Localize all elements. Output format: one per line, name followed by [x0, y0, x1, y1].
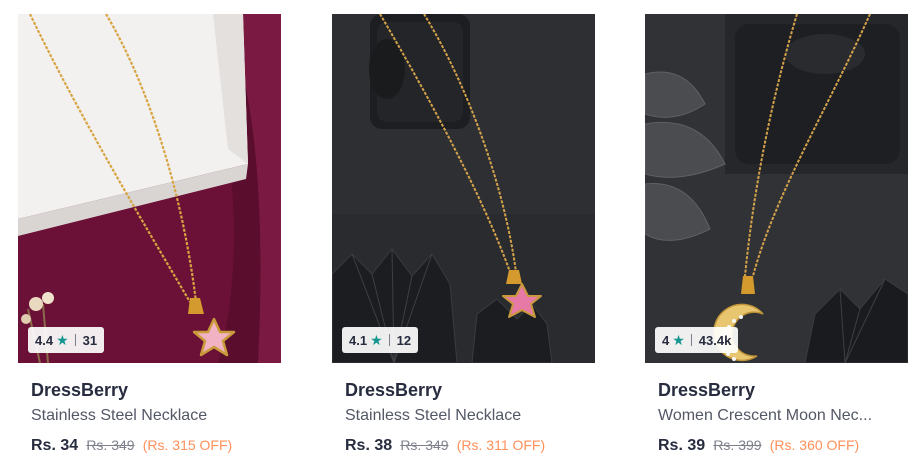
product-card[interactable]: 4 ★ 43.4k DressBerry Women Crescent Moon… — [645, 14, 908, 468]
product-info: DressBerry Stainless Steel Necklace Rs. … — [18, 363, 281, 455]
discount-amount: (Rs. 315 OFF) — [142, 437, 233, 453]
rating-value: 4.4 — [35, 332, 54, 348]
rating-count: 43.4k — [698, 332, 732, 348]
product-info: DressBerry Stainless Steel Necklace Rs. … — [332, 363, 595, 455]
discount-amount: (Rs. 311 OFF) — [456, 437, 546, 453]
product-brand: DressBerry — [345, 380, 443, 400]
product-card[interactable]: 4.1 ★ 12 DressBerry Stainless Steel Neck… — [332, 14, 595, 468]
rating-badge: 4 ★ 43.4k — [655, 327, 739, 353]
original-price: Rs. 349 — [400, 437, 449, 453]
rating-value: 4 — [662, 332, 670, 348]
product-title: Women Crescent Moon Nec... — [658, 407, 873, 424]
product-price: Rs. 39 Rs. 399 (Rs. 360 OFF) — [658, 436, 908, 455]
rating-divider — [74, 334, 76, 346]
discounted-price: Rs. 38 — [345, 437, 393, 454]
necklace-star-pink-dark-photo — [332, 14, 595, 363]
necklace-star-pink-photo — [18, 14, 281, 363]
rating-count: 31 — [82, 332, 98, 348]
product-title: Stainless Steel Necklace — [31, 407, 208, 424]
original-price: Rs. 399 — [713, 437, 762, 453]
star-icon: ★ — [56, 332, 69, 348]
product-price: Rs. 38 Rs. 349 (Rs. 311 OFF) — [345, 436, 595, 455]
star-icon: ★ — [370, 332, 383, 348]
product-price: Rs. 34 Rs. 349 (Rs. 315 OFF) — [31, 436, 281, 455]
product-title: Stainless Steel Necklace — [345, 407, 522, 424]
product-image[interactable]: 4 ★ 43.4k — [645, 14, 908, 363]
product-image[interactable]: 4.1 ★ 12 — [332, 14, 595, 363]
star-icon: ★ — [672, 332, 685, 348]
discounted-price: Rs. 39 — [658, 437, 706, 454]
product-image[interactable]: 4.4 ★ 31 — [18, 14, 281, 363]
rating-badge: 4.4 ★ 31 — [28, 327, 105, 353]
product-grid: 4.4 ★ 31 DressBerry Stainless Steel Neck… — [0, 0, 919, 468]
rating-value: 4.1 — [349, 332, 368, 348]
product-info: DressBerry Women Crescent Moon Nec... Rs… — [645, 363, 908, 455]
product-brand: DressBerry — [31, 380, 129, 400]
discounted-price: Rs. 34 — [31, 437, 79, 454]
rating-count: 12 — [396, 332, 412, 348]
original-price: Rs. 349 — [86, 437, 135, 453]
discount-amount: (Rs. 360 OFF) — [769, 437, 860, 453]
rating-badge: 4.1 ★ 12 — [342, 327, 419, 353]
product-brand: DressBerry — [658, 380, 756, 400]
product-card[interactable]: 4.4 ★ 31 DressBerry Stainless Steel Neck… — [18, 14, 281, 468]
necklace-crescent-moon-photo — [645, 14, 908, 363]
rating-divider — [690, 334, 692, 346]
rating-divider — [388, 334, 390, 346]
